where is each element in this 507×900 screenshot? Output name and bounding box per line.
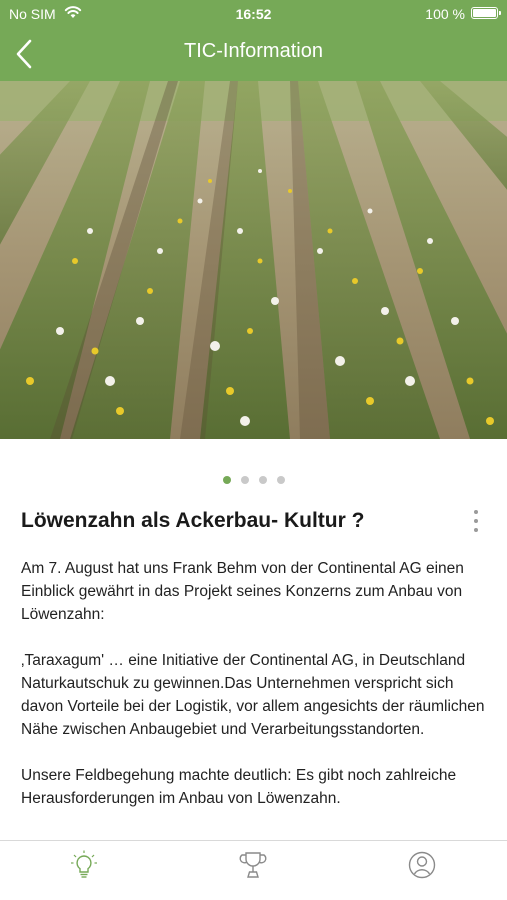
tab-information[interactable] xyxy=(0,841,169,900)
page-dot-3[interactable] xyxy=(258,476,267,484)
more-options-button[interactable] xyxy=(465,506,487,536)
hero-image[interactable] xyxy=(0,81,507,439)
nav-bar: TIC-Information xyxy=(0,28,507,81)
page-dot-1[interactable] xyxy=(222,476,231,484)
status-bar: No SIM 16:52 100 % xyxy=(0,0,507,28)
battery-percent: 100 % xyxy=(425,6,465,22)
article-body: Am 7. August hat uns Frank Behm von der … xyxy=(21,557,491,833)
article-paragraph: ‚Taraxagum' … eine Initiative der Contin… xyxy=(21,652,485,738)
carousel-pagination[interactable] xyxy=(0,476,507,486)
header: No SIM 16:52 100 % TIC-Information xyxy=(0,0,507,81)
article-title: Löwenzahn als Ackerbau- Kultur ? xyxy=(21,509,365,532)
page-title: TIC-Information xyxy=(184,40,323,62)
page-dot-2[interactable] xyxy=(240,476,249,484)
tab-bar xyxy=(0,840,507,900)
trophy-icon xyxy=(239,852,267,878)
lightbulb-icon xyxy=(71,850,97,878)
article-paragraph: Am 7. August hat uns Frank Behm von der … xyxy=(21,560,464,623)
battery-icon xyxy=(471,7,501,19)
tab-profile[interactable] xyxy=(338,841,507,900)
page-dot-4[interactable] xyxy=(276,476,285,484)
article-paragraph: Unsere Feldbegehung machte deutlich: Es … xyxy=(21,767,457,807)
profile-icon xyxy=(408,851,436,879)
tab-trophy[interactable] xyxy=(169,841,338,900)
dandelion-field-photo xyxy=(0,81,507,439)
